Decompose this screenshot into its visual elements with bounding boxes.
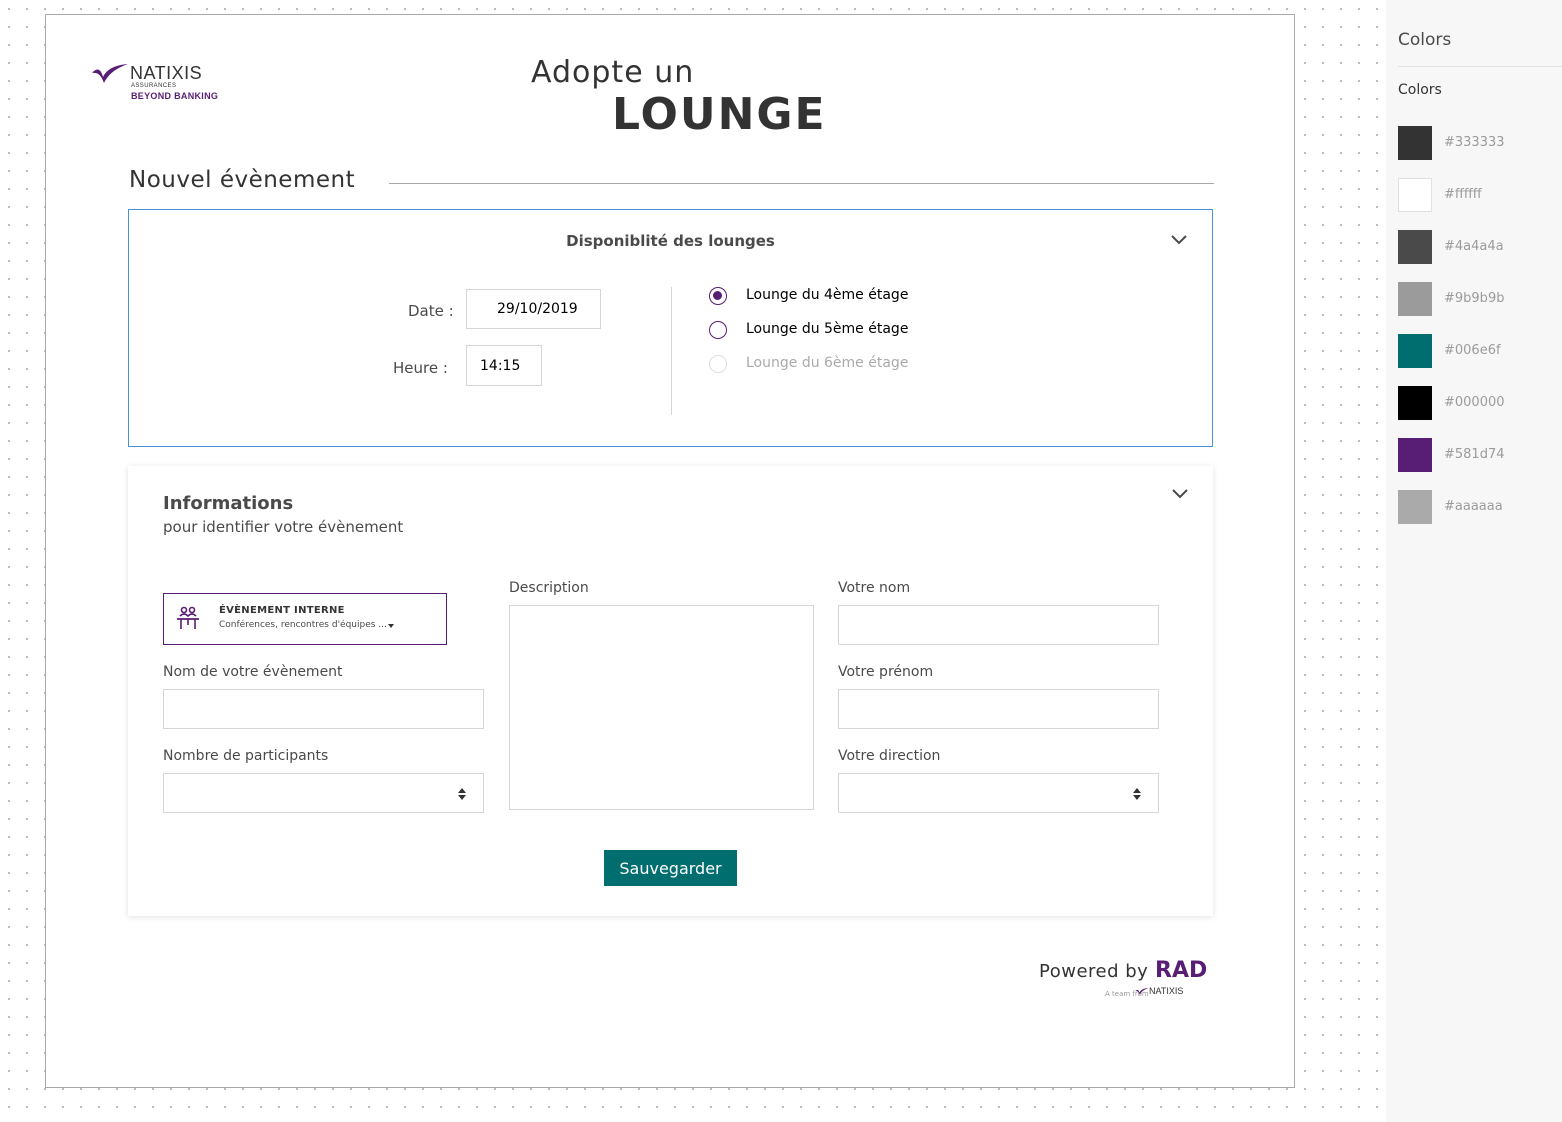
select-arrows-icon: [1133, 788, 1141, 800]
time-input[interactable]: 14:15: [466, 345, 542, 386]
meeting-table-icon: [177, 606, 199, 629]
colors-panel-title: Colors: [1398, 30, 1452, 50]
color-hex: #9b9b9b: [1444, 291, 1505, 306]
participants-select[interactable]: [163, 773, 484, 813]
date-input[interactable]: 29/10/2019: [466, 289, 601, 329]
color-hex: #ffffff: [1444, 187, 1482, 202]
color-swatch-row[interactable]: #581d74: [1398, 438, 1558, 472]
color-swatch[interactable]: [1398, 386, 1432, 420]
colors-panel-divider: [1398, 66, 1562, 67]
colors-panel: Colors Colors #333333 #ffffff #4a4a4a #9…: [1386, 0, 1562, 1122]
color-swatch-row[interactable]: #9b9b9b: [1398, 282, 1558, 316]
section-divider: [389, 183, 1214, 184]
availability-title: Disponiblité des lounges: [566, 232, 775, 250]
color-swatch-row[interactable]: #ffffff: [1398, 178, 1558, 212]
color-hex: #000000: [1444, 395, 1505, 410]
date-label: Date :: [408, 302, 454, 320]
last-name-input[interactable]: [838, 605, 1159, 645]
color-hex: #581d74: [1444, 447, 1505, 462]
radio-disabled: [709, 355, 727, 373]
event-name-label: Nom de votre évènement: [163, 664, 343, 680]
color-swatch[interactable]: [1398, 178, 1432, 212]
color-swatch-row[interactable]: #4a4a4a: [1398, 230, 1558, 264]
color-swatch-row[interactable]: #000000: [1398, 386, 1558, 420]
select-arrows-icon: [458, 788, 466, 800]
section-title: Nouvel évènement: [129, 167, 356, 193]
informations-title: Informations: [163, 493, 294, 514]
description-textarea[interactable]: [509, 605, 814, 810]
event-type-title: ÉVÈNEMENT INTERNE: [219, 605, 345, 616]
logo-tagline: BEYOND BANKING: [131, 91, 219, 101]
color-swatch[interactable]: [1398, 126, 1432, 160]
first-name-label: Votre prénom: [838, 664, 934, 680]
event-type-select[interactable]: ÉVÈNEMENT INTERNE Conférences, rencontre…: [163, 593, 447, 645]
direction-label: Votre direction: [838, 748, 941, 764]
event-name-input[interactable]: [163, 689, 484, 729]
last-name-label: Votre nom: [838, 580, 911, 596]
color-swatch-row[interactable]: #aaaaaa: [1398, 490, 1558, 524]
rad-logo: RAD: [1155, 958, 1208, 983]
color-swatch[interactable]: [1398, 438, 1432, 472]
radio-selected[interactable]: [709, 287, 727, 305]
vertical-divider: [671, 287, 672, 415]
description-label: Description: [509, 580, 589, 596]
radio-unselected[interactable]: [709, 321, 727, 339]
direction-select[interactable]: [838, 773, 1159, 813]
color-hex: #333333: [1444, 135, 1505, 150]
logo-brand: NATIXIS: [130, 63, 203, 83]
availability-card: Disponiblité des lounges Date : 29/10/20…: [128, 209, 1213, 447]
colors-panel-subtitle: Colors: [1398, 82, 1442, 98]
lounge-option-label: Lounge du 6ème étage: [746, 355, 909, 371]
color-swatch-row[interactable]: #006e6f: [1398, 334, 1558, 368]
natixis-logo: NATIXIS ASSURANCES BEYOND BANKING: [91, 61, 231, 103]
lounge-option-label: Lounge du 5ème étage: [746, 321, 909, 337]
team-brand: NATIXIS: [1149, 986, 1184, 996]
first-name-input[interactable]: [838, 689, 1159, 729]
color-swatch[interactable]: [1398, 230, 1432, 264]
color-hex: #aaaaaa: [1444, 499, 1503, 514]
color-hex: #4a4a4a: [1444, 239, 1504, 254]
event-type-subtitle: Conférences, rencontres d'équipes ...: [219, 620, 387, 630]
logo-sub: ASSURANCES: [131, 83, 177, 89]
page-title-line1: Adopte un: [531, 55, 695, 90]
lounge-option-label: Lounge du 4ème étage: [746, 287, 909, 303]
artboard: NATIXIS ASSURANCES BEYOND BANKING Adopte…: [45, 14, 1295, 1088]
save-button[interactable]: Sauvegarder: [604, 850, 737, 886]
natixis-wing-icon: [1135, 987, 1149, 995]
chevron-down-icon[interactable]: [1170, 234, 1188, 246]
time-label: Heure :: [393, 359, 448, 377]
informations-card: Informations pour identifier votre évène…: [128, 466, 1213, 916]
caret-down-icon: [388, 624, 394, 628]
chevron-down-icon[interactable]: [1171, 488, 1189, 500]
color-swatch-row[interactable]: #333333: [1398, 126, 1558, 160]
participants-label: Nombre de participants: [163, 748, 329, 764]
page-title-line2: LOUNGE: [612, 89, 827, 140]
color-swatch[interactable]: [1398, 282, 1432, 316]
color-swatch[interactable]: [1398, 490, 1432, 524]
color-hex: #006e6f: [1444, 343, 1501, 358]
natixis-wing-icon: [92, 64, 128, 83]
color-swatch[interactable]: [1398, 334, 1432, 368]
powered-by-text: Powered by: [1039, 961, 1149, 982]
informations-subtitle: pour identifier votre évènement: [163, 518, 404, 536]
powered-by: Powered by RAD A team from NATIXIS: [1039, 958, 1209, 1008]
